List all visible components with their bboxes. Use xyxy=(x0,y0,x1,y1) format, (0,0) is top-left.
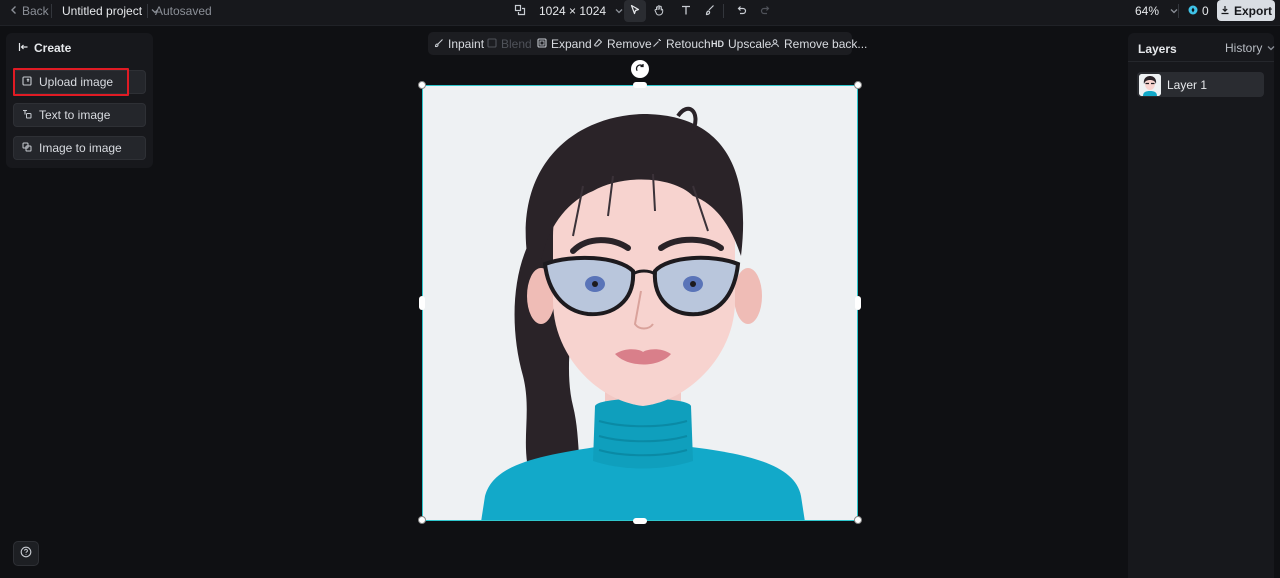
text-icon xyxy=(680,4,692,19)
brush-icon xyxy=(704,4,716,19)
project-title-dropdown[interactable]: Untitled project xyxy=(62,0,160,22)
blend-icon xyxy=(487,37,497,51)
remove-background-button[interactable]: Remove back... xyxy=(770,32,867,55)
upload-image-label: Upload image xyxy=(39,75,114,89)
resize-icon xyxy=(514,4,526,19)
upload-image-button[interactable]: Upload image xyxy=(13,70,146,94)
select-tool-button[interactable] xyxy=(624,0,646,22)
credits-icon xyxy=(1188,4,1198,18)
export-label: Export xyxy=(1233,3,1272,18)
divider xyxy=(723,4,724,18)
divider xyxy=(147,4,148,18)
rotate-handle[interactable] xyxy=(631,60,649,78)
retouch-button[interactable]: Retouch xyxy=(652,32,711,55)
resize-handle-bottom-left[interactable] xyxy=(418,516,426,524)
resize-handle-bottom[interactable] xyxy=(633,518,647,524)
upload-image-icon xyxy=(22,75,32,89)
help-button[interactable] xyxy=(13,541,39,566)
remove-button[interactable]: Remove xyxy=(593,32,652,55)
layer-name: Layer 1 xyxy=(1167,77,1208,92)
layers-title[interactable]: Layers xyxy=(1138,42,1177,56)
chevron-left-icon xyxy=(10,4,18,18)
rotate-icon xyxy=(634,62,646,77)
inpaint-label: Inpaint xyxy=(448,36,485,51)
top-bar: Back Untitled project Autosaved 1024 × 1… xyxy=(0,0,1280,26)
brush-tool-button[interactable] xyxy=(699,0,721,22)
cursor-arrow-icon xyxy=(629,4,641,19)
resize-handle-top[interactable] xyxy=(633,82,647,88)
canvas-size: 1024 × 1024 xyxy=(539,4,607,18)
magic-wand-icon xyxy=(652,37,662,51)
divider xyxy=(1178,4,1179,18)
portrait-illustration xyxy=(423,86,857,520)
edit-toolbar: Inpaint Blend Expand Remove Retouch HD U… xyxy=(428,32,867,55)
create-panel-header[interactable]: Create xyxy=(18,41,71,55)
back-label: Back xyxy=(22,4,49,18)
upscale-label: Upscale xyxy=(728,36,772,51)
chevron-down-icon xyxy=(614,4,624,18)
inpaint-button[interactable]: Inpaint xyxy=(434,32,484,55)
text-to-image-icon xyxy=(22,108,32,122)
redo-icon xyxy=(760,4,772,19)
text-to-image-button[interactable]: Text to image xyxy=(13,103,146,127)
blend-button[interactable]: Blend xyxy=(487,32,532,55)
undo-button[interactable] xyxy=(730,0,752,22)
text-to-image-label: Text to image xyxy=(39,108,111,122)
history-label: History xyxy=(1225,41,1263,55)
help-icon xyxy=(20,546,32,561)
resize-handle-left[interactable] xyxy=(419,296,425,310)
hand-tool-button[interactable] xyxy=(648,0,670,22)
resize-handle-top-right[interactable] xyxy=(854,81,862,89)
zoom-level: 64% xyxy=(1135,4,1160,18)
undo-icon xyxy=(735,4,747,19)
zoom-dropdown[interactable]: 64% xyxy=(1135,0,1179,22)
expand-button[interactable]: Expand xyxy=(537,32,592,55)
history-dropdown[interactable]: History xyxy=(1225,41,1276,55)
resize-handle-right[interactable] xyxy=(855,296,861,310)
layer-thumbnail xyxy=(1139,73,1161,96)
image-to-image-icon xyxy=(22,141,32,155)
credits-count: 0 xyxy=(1202,4,1209,18)
blend-label: Blend xyxy=(501,36,532,51)
expand-icon xyxy=(537,37,547,51)
create-title: Create xyxy=(34,41,72,55)
remove-background-label: Remove back... xyxy=(784,36,868,51)
hd-icon: HD xyxy=(711,38,724,49)
resize-handle-top-left[interactable] xyxy=(418,81,426,89)
expand-label: Expand xyxy=(551,36,592,51)
layer-item[interactable]: Layer 1 xyxy=(1137,72,1264,97)
image-to-image-button[interactable]: Image to image xyxy=(13,136,146,160)
redo-button[interactable] xyxy=(755,0,777,22)
text-tool-button[interactable] xyxy=(675,0,697,22)
image-to-image-label: Image to image xyxy=(39,141,122,155)
back-button[interactable]: Back xyxy=(10,0,49,22)
retouch-label: Retouch xyxy=(666,36,711,51)
create-panel: Create Upload image Text to image Image … xyxy=(6,33,153,168)
canvas-image[interactable] xyxy=(422,85,858,521)
divider xyxy=(1128,61,1274,62)
remove-label: Remove xyxy=(607,36,652,51)
download-icon xyxy=(1220,4,1230,18)
resize-canvas-button[interactable] xyxy=(509,0,531,22)
eraser-icon xyxy=(593,37,603,51)
save-status: Autosaved xyxy=(155,4,212,18)
remove-background-icon xyxy=(770,37,780,51)
resize-handle-bottom-right[interactable] xyxy=(854,516,862,524)
upscale-button[interactable]: HD Upscale xyxy=(711,32,771,55)
divider xyxy=(51,4,52,18)
inpaint-icon xyxy=(434,37,444,51)
hand-icon xyxy=(653,4,665,19)
layers-panel: Layers History Layer 1 xyxy=(1128,33,1276,578)
collapse-left-icon xyxy=(18,41,29,55)
chevron-down-icon xyxy=(1266,41,1276,55)
export-button[interactable]: Export xyxy=(1217,0,1275,21)
credits-badge[interactable]: 0 xyxy=(1188,0,1209,22)
canvas-size-dropdown[interactable]: 1024 × 1024 xyxy=(539,0,624,22)
project-title: Untitled project xyxy=(62,4,143,18)
